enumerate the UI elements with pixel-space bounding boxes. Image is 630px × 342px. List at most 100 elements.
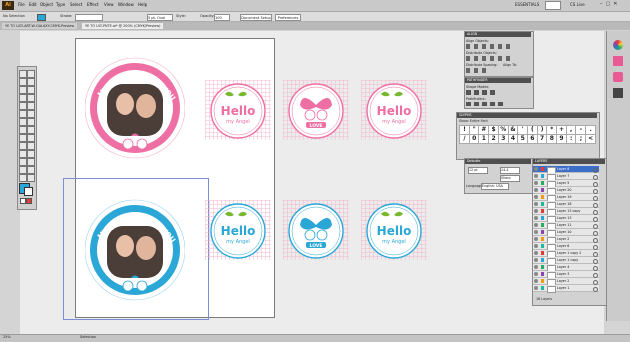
layer-row[interactable]: Layer 18 <box>533 201 599 209</box>
shape-modes-buttons[interactable] <box>466 90 496 95</box>
layer-row[interactable]: Layer 11 <box>533 222 599 230</box>
layer-row[interactable]: Layer 7 <box>533 173 599 181</box>
visibility-eye-icon[interactable] <box>534 286 538 290</box>
eyedropper-tool-icon[interactable] <box>19 150 27 158</box>
menu-file[interactable]: File <box>18 2 25 7</box>
layer-row[interactable]: Layer 10 <box>533 229 599 237</box>
visibility-eye-icon[interactable] <box>534 272 538 276</box>
layer-target-icon[interactable] <box>593 286 598 292</box>
layer-row[interactable]: Layer 1 <box>533 285 599 293</box>
layer-row[interactable]: Layer 1 copy 2 <box>533 250 599 258</box>
layer-row[interactable]: Layer 2 <box>533 278 599 286</box>
visibility-eye-icon[interactable] <box>534 216 538 220</box>
tab-document-1[interactable]: YE TO ULTI-ART-W-GALAXY-CMYK-Preview <box>2 23 78 29</box>
visibility-eye-icon[interactable] <box>534 195 538 199</box>
visibility-eye-icon[interactable] <box>534 237 538 241</box>
pink-photo-badge[interactable]: MY ANGEL I LOVE YOU!! <box>85 54 185 164</box>
column-graph-tool-icon[interactable] <box>27 158 35 166</box>
layer-row[interactable]: Layer 6 <box>533 243 599 251</box>
hand-tool-icon[interactable] <box>19 174 27 182</box>
layer-target-icon[interactable] <box>593 181 598 187</box>
visibility-eye-icon[interactable] <box>534 279 538 283</box>
layer-target-icon[interactable] <box>593 258 598 264</box>
menu-type[interactable]: Type <box>56 2 65 7</box>
distribute-objects-buttons[interactable] <box>466 56 514 61</box>
layer-target-icon[interactable] <box>593 216 598 222</box>
zoom-tool-icon[interactable] <box>27 174 35 182</box>
layer-target-icon[interactable] <box>593 251 598 257</box>
visibility-eye-icon[interactable] <box>534 209 538 213</box>
pink-hello-sticker[interactable]: Hello my Angel <box>208 83 268 139</box>
zoom-level[interactable]: 25% <box>3 335 11 339</box>
visibility-eye-icon[interactable] <box>534 167 538 171</box>
layer-row[interactable]: Layer 13 <box>533 215 599 223</box>
pathfinders-buttons[interactable] <box>466 102 506 106</box>
layer-row[interactable]: Layer 2 <box>533 236 599 244</box>
symbol-sprayer-tool-icon[interactable] <box>19 158 27 166</box>
pink-love-sticker[interactable]: LOVE <box>286 83 346 139</box>
blue-hello-sticker[interactable]: Hello my Angel <box>208 203 268 259</box>
visibility-eye-icon[interactable] <box>534 258 538 262</box>
stroke-color-icon[interactable] <box>24 187 33 196</box>
width-tool-icon[interactable] <box>19 126 27 134</box>
layer-row[interactable]: Layer 4 <box>533 264 599 272</box>
lasso-tool-icon[interactable] <box>27 78 35 86</box>
layer-target-icon[interactable] <box>593 230 598 236</box>
distribute-spacing-buttons[interactable] <box>466 68 486 73</box>
tab-document-2[interactable]: YE TO ULT-PNTE.ai* @ 200% (CMYK/Preview) <box>82 23 164 29</box>
none-mode-icon[interactable] <box>26 198 32 204</box>
layer-target-icon[interactable] <box>593 167 598 173</box>
visibility-eye-icon[interactable] <box>534 181 538 185</box>
menu-help[interactable]: Help <box>138 2 147 7</box>
scale-tool-icon[interactable] <box>27 118 35 126</box>
document-setup-button[interactable]: Document Setup <box>240 13 272 21</box>
free-transform-tool-icon[interactable] <box>27 126 35 134</box>
magic-wand-tool-icon[interactable] <box>19 78 27 86</box>
blue-photo-badge[interactable]: MY ANGEL I LOVE YOU!! <box>85 196 185 306</box>
pink-hello-sticker-2[interactable]: Hello my Angel <box>364 83 424 139</box>
leading-field[interactable]: 14.4 <box>500 167 520 174</box>
layer-target-icon[interactable] <box>593 237 598 243</box>
language-dropdown[interactable]: English: USA <box>481 183 509 190</box>
artboard-tool-icon[interactable] <box>19 166 27 174</box>
layer-target-icon[interactable] <box>593 279 598 285</box>
pencil-tool-icon[interactable] <box>27 102 35 110</box>
blue-hello-sticker-2[interactable]: Hello my Angel <box>364 203 424 259</box>
shape-builder-tool-icon[interactable] <box>19 134 27 142</box>
direct-selection-tool-icon[interactable] <box>27 70 35 78</box>
visibility-eye-icon[interactable] <box>534 265 538 269</box>
cs-live-button[interactable]: CS Live <box>570 2 585 7</box>
brushes-panel-icon[interactable] <box>613 72 623 82</box>
layer-target-icon[interactable] <box>593 244 598 250</box>
slice-tool-icon[interactable] <box>27 166 35 174</box>
blob-brush-tool-icon[interactable] <box>19 110 27 118</box>
layer-row[interactable]: Layer 13 copy <box>533 208 599 216</box>
layer-target-icon[interactable] <box>593 195 598 201</box>
layer-row[interactable]: Layer 3 <box>533 271 599 279</box>
gradient-tool-icon[interactable] <box>27 142 35 150</box>
fill-swatch[interactable] <box>37 13 46 21</box>
menu-effect[interactable]: Effect <box>87 2 99 7</box>
anti-aliasing-dropdown[interactable]: Sharp <box>500 175 520 182</box>
color-panel-icon[interactable] <box>613 40 623 50</box>
menu-object[interactable]: Object <box>40 2 53 7</box>
align-objects-buttons[interactable] <box>466 44 514 49</box>
eraser-tool-icon[interactable] <box>27 110 35 118</box>
layer-row[interactable]: Layer 1 copy <box>533 257 599 265</box>
visibility-eye-icon[interactable] <box>534 202 538 206</box>
rectangle-tool-icon[interactable] <box>27 94 35 102</box>
layer-row[interactable]: Layer 19 <box>533 194 599 202</box>
stroke-weight-field[interactable] <box>75 13 103 21</box>
visibility-eye-icon[interactable] <box>534 188 538 192</box>
window-controls[interactable]: –▢✕ <box>600 1 628 9</box>
layer-target-icon[interactable] <box>593 174 598 180</box>
symbols-panel-icon[interactable] <box>613 88 623 98</box>
layer-target-icon[interactable] <box>593 202 598 208</box>
layer-target-icon[interactable] <box>593 272 598 278</box>
preferences-button[interactable]: Preferences <box>275 13 301 21</box>
brush-definition-dropdown[interactable]: 5 pt. Oval <box>147 13 173 21</box>
pen-tool-icon[interactable] <box>19 86 27 94</box>
font-size-field[interactable]: 12 pt <box>468 167 488 174</box>
layer-target-icon[interactable] <box>593 265 598 271</box>
layer-row[interactable]: Layer 5 <box>533 180 599 188</box>
